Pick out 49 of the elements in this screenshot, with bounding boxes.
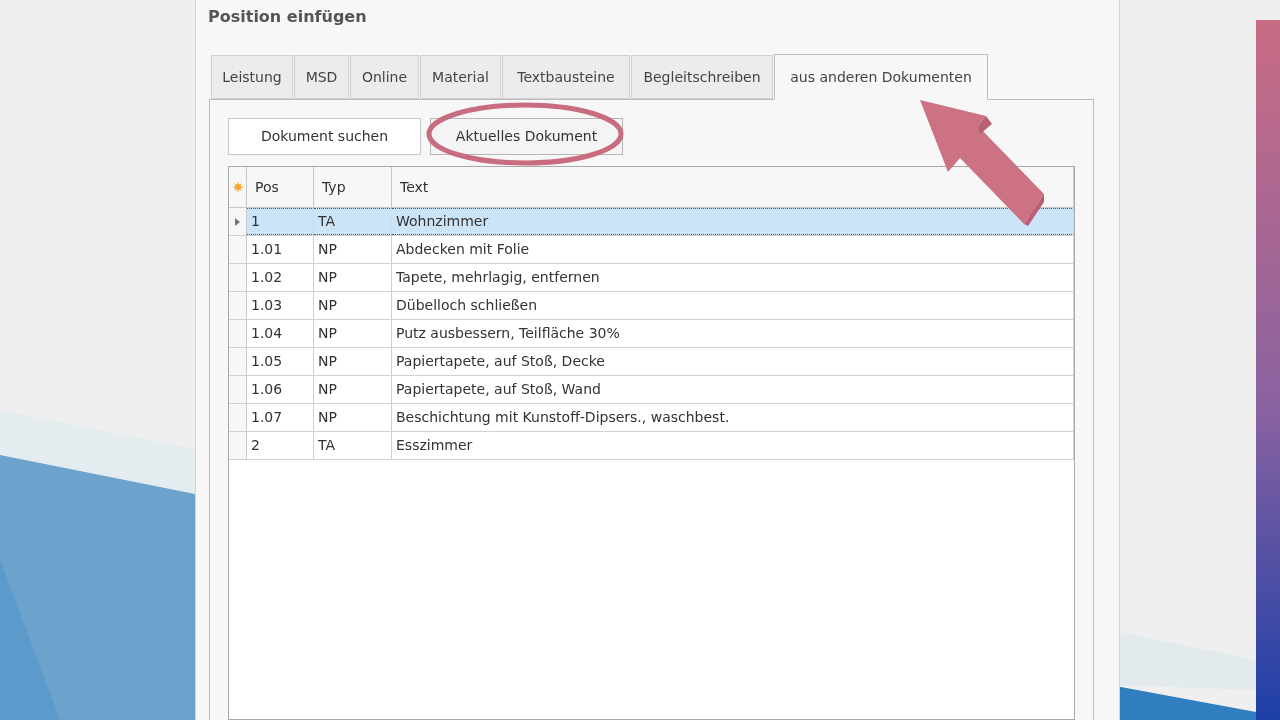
table-row[interactable]: 1.02 NP Tapete, mehrlagig, entfernen	[229, 264, 1074, 292]
table-cell: TA	[314, 432, 392, 459]
new-row-icon	[232, 182, 243, 192]
column-header[interactable]: Typ	[314, 167, 392, 207]
table-cell: 1.06	[247, 376, 314, 403]
tab[interactable]: Textbausteine	[502, 55, 630, 99]
table-row[interactable]: 1.05 NP Papiertapete, auf Stoß, Decke	[229, 348, 1074, 376]
table-cell: NP	[314, 348, 392, 375]
table-cell: Esszimmer	[392, 432, 1074, 459]
button[interactable]: Aktuelles Dokument	[430, 118, 623, 155]
tab[interactable]: Material	[420, 55, 501, 99]
table-cell: Beschichtung mit Kunstoff-Dipsers., waschbest.	[392, 404, 1074, 431]
table-row[interactable]: 2 TA Esszimmer	[229, 432, 1074, 460]
button[interactable]: Dokument suchen	[228, 118, 421, 155]
table-cell: TA	[314, 208, 392, 235]
table-row[interactable]: 1.01 NP Abdecken mit Folie	[229, 236, 1074, 264]
table-cell: Tapete, mehrlagig, entfernen	[392, 264, 1074, 291]
table-cell: 1.07	[247, 404, 314, 431]
table-cell: 1.01	[247, 236, 314, 263]
table-row[interactable]: 1.06 NP Papiertapete, auf Stoß, Wand	[229, 376, 1074, 404]
column-header[interactable]: Pos	[247, 167, 314, 207]
table-row[interactable]: 1.07 NP Beschichtung mit Kunstoff-Dipsers., waschbest.	[229, 404, 1074, 432]
table-cell: NP	[314, 376, 392, 403]
table-cell: NP	[314, 404, 392, 431]
table-cell: Dübelloch schließen	[392, 292, 1074, 319]
table-cell: Papiertapete, auf Stoß, Wand	[392, 376, 1074, 403]
tab[interactable]: Online	[350, 55, 419, 99]
tab[interactable]: Leistung	[211, 55, 293, 99]
table-cell: 1.03	[247, 292, 314, 319]
table-cell: NP	[314, 292, 392, 319]
tab[interactable]: aus anderen Dokumenten	[774, 54, 988, 100]
table-cell: 1	[247, 208, 314, 235]
table-row[interactable]: 1.04 NP Putz ausbessern, Teilfläche 30%	[229, 320, 1074, 348]
table-cell: 1.05	[247, 348, 314, 375]
table-cell: NP	[314, 236, 392, 263]
table-cell: NP	[314, 320, 392, 347]
table-cell: 1.02	[247, 264, 314, 291]
table-cell: Papiertapete, auf Stoß, Decke	[392, 348, 1074, 375]
current-row-icon	[235, 217, 240, 226]
table-cell: Putz ausbessern, Teilfläche 30%	[392, 320, 1074, 347]
table-cell: 2	[247, 432, 314, 459]
table-cell: NP	[314, 264, 392, 291]
table-cell: 1.04	[247, 320, 314, 347]
table-row[interactable]: 1.03 NP Dübelloch schließen	[229, 292, 1074, 320]
tab[interactable]: Begleitschreiben	[631, 55, 773, 99]
dialog-title: Position einfügen	[208, 6, 367, 28]
table-row[interactable]: 1 TA Wohnzimmer	[229, 208, 1074, 236]
table-cell: Abdecken mit Folie	[392, 236, 1074, 263]
tab[interactable]: MSD	[294, 55, 349, 99]
